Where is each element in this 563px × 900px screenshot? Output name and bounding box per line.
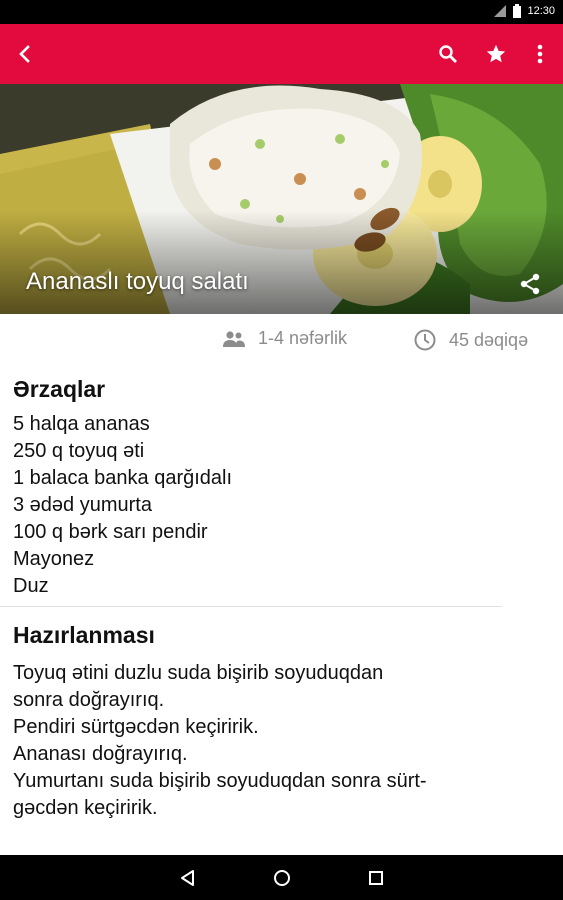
ingredient-item: 250 q toyuq əti (13, 440, 145, 462)
ingredient-item: Mayonez (13, 548, 95, 570)
recipe-title: Ananaslı toyuq salatı (26, 268, 249, 295)
ingredient-item: Duz (13, 575, 49, 597)
recipe-meta: 1-4 nəfərlik 45 dəqiqə (0, 314, 563, 364)
ingredients-heading: Ərzaqlar (13, 376, 106, 402)
more-options-button[interactable] (516, 24, 563, 84)
preparation-line: Pendiri sürtgəcdən keçiririk. (13, 716, 259, 738)
clock-icon (414, 329, 436, 351)
ingredient-item: 1 balaca banka qarğıdalı (13, 467, 233, 489)
nav-recents-button[interactable] (356, 863, 396, 893)
battery-icon (513, 4, 522, 18)
nav-back-button[interactable] (168, 863, 208, 893)
share-icon (520, 273, 540, 295)
app-toolbar (0, 24, 563, 84)
preparation-heading: Hazırlanması (13, 622, 155, 648)
more-vert-icon (537, 44, 543, 64)
ingredient-item: 100 q bərk sarı pendir (13, 521, 208, 543)
signal-icon (494, 5, 507, 17)
cooking-time-text: 45 dəqiqə (449, 329, 529, 350)
people-icon (223, 330, 245, 347)
ingredients-list: 5 halqa ananas 250 q toyuq əti 1 balaca … (13, 411, 232, 600)
status-icons: 12:30 (493, 4, 555, 18)
share-button[interactable] (514, 268, 546, 300)
status-bar: 12:30 (0, 0, 563, 24)
favorite-button[interactable] (472, 24, 520, 84)
servings-text: 1-4 nəfərlik (258, 328, 348, 348)
back-arrow-icon (19, 45, 30, 63)
servings-info: 1-4 nəfərlik (222, 328, 347, 349)
home-icon (274, 870, 290, 886)
back-button[interactable] (1, 24, 49, 84)
search-button[interactable] (424, 24, 472, 84)
system-nav-bar (0, 855, 563, 900)
preparation-line: Toyuq ətini duzlu suda bişirib soyuduqda… (13, 662, 384, 684)
recents-icon (369, 871, 383, 885)
section-divider (0, 606, 502, 607)
preparation-line: gəcdən keçiririk. (13, 797, 158, 819)
preparation-line: Yumurtanı suda bişirib soyuduqdan sonra … (13, 770, 427, 792)
ingredient-item: 3 ədəd yumurta (13, 494, 152, 516)
preparation-line: sonra doğrayırıq. (13, 689, 165, 711)
nav-home-button[interactable] (262, 863, 302, 893)
star-icon (486, 44, 506, 63)
search-icon (439, 45, 457, 63)
preparation-line: Ananası doğrayırıq. (13, 743, 188, 765)
ingredient-item: 5 halqa ananas (13, 413, 150, 435)
cooking-time-info: 45 dəqiqə (413, 328, 528, 352)
status-time: 12:30 (527, 5, 555, 17)
back-icon (181, 870, 194, 886)
